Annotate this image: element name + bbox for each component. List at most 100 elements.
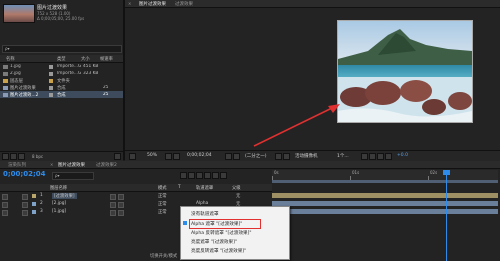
timeline-search-input[interactable]: ρ▾: [52, 172, 94, 180]
label-swatch[interactable]: [49, 71, 53, 76]
layer-mode[interactable]: 正常: [158, 201, 167, 207]
project-item-selected[interactable]: 图片过渡效...2 合成 25: [0, 91, 123, 98]
layer-parent[interactable]: 无: [236, 193, 240, 199]
lock-icon[interactable]: [22, 193, 28, 200]
label-swatch[interactable]: [49, 64, 53, 69]
project-item[interactable]: 1.jpg Importe...G 451 KB: [0, 63, 123, 70]
exposure-value[interactable]: +0.0: [397, 153, 408, 158]
col-trkmat[interactable]: 轨道遮罩: [196, 185, 213, 191]
tab-composition-2[interactable]: 过渡效果: [175, 1, 193, 7]
visibility-eye-icon[interactable]: [2, 209, 8, 216]
bpc-label[interactable]: 8 bpc: [32, 154, 43, 159]
col-type[interactable]: 类型: [57, 56, 66, 62]
viewer-timecode[interactable]: 0;00;02;04: [187, 153, 212, 158]
layer-bar[interactable]: [272, 209, 498, 214]
tab-composition[interactable]: 图片过渡效果: [139, 1, 166, 7]
label-swatch[interactable]: [49, 85, 53, 90]
camera-dropdown[interactable]: 活动摄像机: [295, 153, 318, 159]
current-time-display[interactable]: 0;00;02;04: [3, 170, 46, 178]
view-options-button[interactable]: [361, 153, 368, 160]
col-parent[interactable]: 父级: [232, 185, 241, 191]
project-item[interactable]: 固态层 文件夹: [0, 77, 123, 84]
switch-fx[interactable]: [110, 193, 116, 200]
item-type: 合成: [57, 93, 66, 98]
current-time-indicator[interactable]: [443, 170, 450, 261]
layer-bar[interactable]: [272, 201, 498, 206]
new-folder-button[interactable]: [10, 153, 17, 160]
menu-item-label: Alpha 反转遮罩 "[过渡效果]": [191, 231, 252, 236]
col-name[interactable]: 名称: [6, 56, 15, 62]
label-swatch[interactable]: [49, 78, 53, 83]
visibility-eye-icon[interactable]: [2, 201, 8, 208]
motion-blur-button[interactable]: [212, 172, 219, 179]
switch-quality[interactable]: [118, 209, 124, 216]
switch-fx[interactable]: [110, 209, 116, 216]
tab-render-queue[interactable]: 渲染队列: [8, 162, 26, 168]
time-indicator-head[interactable]: [443, 170, 450, 175]
tab-timeline-comp-2[interactable]: 过渡效果2: [96, 162, 117, 168]
col-t[interactable]: T: [178, 185, 181, 190]
layer-row[interactable]: 1 [过渡效果] 正常 无: [0, 192, 500, 200]
delete-button[interactable]: [114, 153, 121, 160]
col-frame-rate[interactable]: 帧速率: [100, 56, 113, 62]
time-ruler[interactable]: 0s 01s 02s: [272, 170, 498, 180]
lock-icon[interactable]: [22, 201, 28, 208]
menu-item-luma-matte[interactable]: 亮度遮罩 "[过渡效果]": [181, 237, 288, 246]
layer-label-color[interactable]: [32, 193, 36, 198]
menu-item-alpha-inverted-matte[interactable]: Alpha 反转遮罩 "[过渡效果]": [181, 228, 288, 237]
flowchart-button[interactable]: [385, 153, 392, 160]
resolution-dropdown[interactable]: (二分之一): [245, 153, 267, 159]
viewer-tab-bar: ✕ 图片过渡效果 过渡效果: [125, 0, 500, 8]
timeline-button[interactable]: [377, 153, 384, 160]
layer-name[interactable]: [2.jpg]: [52, 201, 66, 206]
switch-quality[interactable]: [118, 193, 124, 200]
project-search-input[interactable]: ρ▾: [2, 45, 122, 53]
tab-close-icon[interactable]: ✕: [128, 1, 131, 6]
shy-button[interactable]: [196, 172, 203, 179]
draft-3d-button[interactable]: [188, 172, 195, 179]
col-size[interactable]: 大小: [81, 56, 90, 62]
always-preview-button[interactable]: [129, 153, 136, 160]
grid-button[interactable]: [165, 153, 172, 160]
tab-timeline-comp[interactable]: 图片过渡效果: [58, 162, 85, 168]
layer-mode[interactable]: 正常: [158, 209, 167, 215]
visibility-eye-icon[interactable]: [2, 193, 8, 200]
item-type: Importe...G: [57, 71, 82, 76]
label-swatch[interactable]: [49, 92, 53, 97]
comp-thumbnail: [3, 4, 35, 23]
comp-mini-flowchart-button[interactable]: [180, 172, 187, 179]
region-of-interest-button[interactable]: [275, 153, 282, 160]
channel-button[interactable]: [233, 153, 240, 160]
layer-bar[interactable]: [272, 193, 498, 198]
lock-icon[interactable]: [22, 209, 28, 216]
menu-item-luma-inverted-matte[interactable]: 亮度反转遮罩 "[过渡效果]": [181, 246, 288, 255]
annotation-arrow: [253, 104, 340, 147]
transparency-grid-button[interactable]: [283, 153, 290, 160]
col-layer-name[interactable]: 图层名称: [50, 185, 67, 191]
col-mode[interactable]: 模式: [158, 185, 167, 191]
toggle-switches-modes[interactable]: 切换开关/模式: [150, 253, 177, 259]
mask-visibility-button[interactable]: [173, 153, 180, 160]
layer-label-color[interactable]: [32, 209, 36, 214]
layer-name[interactable]: [过渡效果]: [52, 193, 77, 199]
interpret-footage-button[interactable]: [2, 153, 9, 160]
layer-mode[interactable]: 正常: [158, 193, 167, 199]
work-area-bar[interactable]: [272, 180, 498, 183]
zoom-dropdown[interactable]: 50%: [147, 153, 157, 158]
composition-canvas[interactable]: [337, 20, 473, 123]
project-item[interactable]: 图片过渡效果 合成 25: [0, 84, 123, 91]
new-composition-button[interactable]: [18, 153, 25, 160]
switch-fx[interactable]: [110, 201, 116, 208]
switch-quality[interactable]: [118, 201, 124, 208]
frame-blending-button[interactable]: [204, 172, 211, 179]
views-dropdown[interactable]: 1个...: [337, 153, 349, 159]
tab-close-icon[interactable]: ✕: [50, 162, 53, 167]
graph-editor-button[interactable]: [220, 172, 227, 179]
snapshot-button[interactable]: [225, 153, 232, 160]
project-item[interactable]: 2.jpg Importe...G 323 KB: [0, 70, 123, 77]
layer-name[interactable]: [1.jpg]: [52, 209, 66, 214]
menu-item-alpha-matte[interactable]: Alpha 遮罩 "[过渡效果]": [181, 219, 288, 229]
fast-preview-button[interactable]: [369, 153, 376, 160]
menu-item-no-matte[interactable]: 没有轨道遮罩: [181, 209, 288, 218]
layer-label-color[interactable]: [32, 201, 36, 206]
